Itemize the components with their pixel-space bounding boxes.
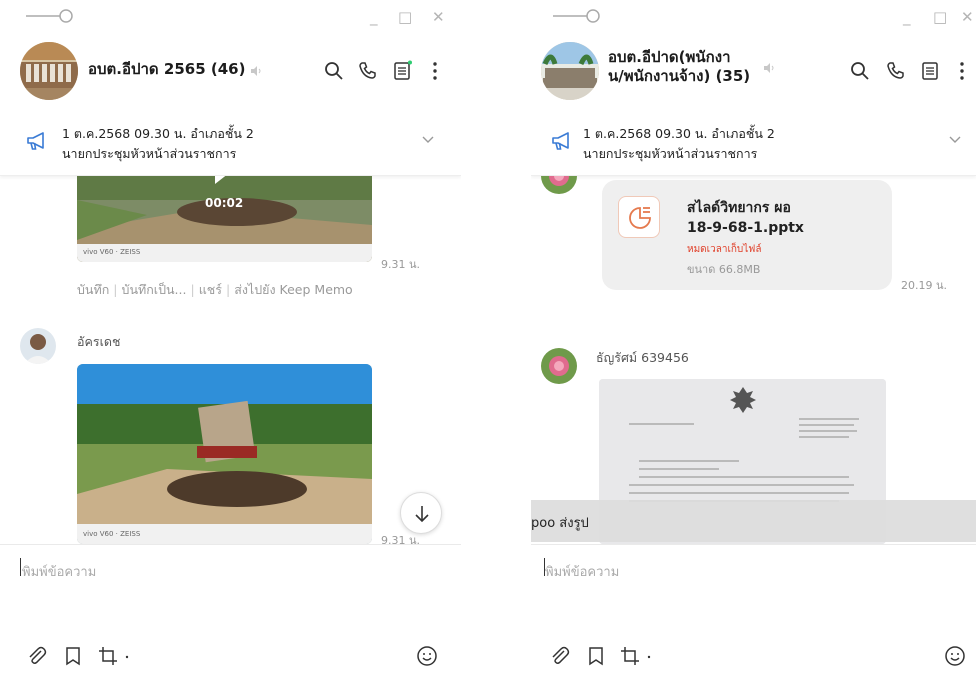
text-caret [20, 558, 21, 576]
presentation-file-icon [618, 196, 660, 238]
announcement-line2: นายกประชุมหัวหน้าส่วนราชการ [583, 146, 758, 161]
announcement-line2: นายกประชุมหัวหน้าส่วนราชการ [62, 146, 237, 161]
more-icon[interactable] [951, 60, 973, 82]
sender-avatar[interactable] [541, 348, 577, 384]
video-duration: 00:02 [205, 196, 244, 210]
share-action[interactable]: แชร์ [199, 282, 222, 297]
toast-text: poo ส่งรูป [531, 516, 589, 531]
notes-icon[interactable] [919, 60, 941, 82]
file-actions: บันทึก | บันทึกเป็น... | แชร์ | ส่งไปยัง Keep … [77, 282, 353, 297]
chat-header: อบต.อีปาด(พนักงา น/พนักงานจ้าง) (35) [531, 38, 976, 108]
title-bar: _ □ ✕ [0, 0, 461, 38]
file-expired-label: หมดเวลาเก็บไฟล์ [687, 244, 762, 255]
mute-icon [764, 63, 774, 73]
phone-icon[interactable] [357, 60, 379, 82]
message-composer[interactable]: พิมพ์ข้อความ [531, 544, 976, 679]
megaphone-icon [552, 132, 569, 150]
chat-window-left: _ □ ✕ อบต.อีปาด 2565 (46) 1 ต.ค.2568 09.… [0, 0, 461, 679]
dropdown-icon[interactable] [122, 645, 132, 667]
chat-title-line1: อบต.อีปาด(พนักงา [608, 48, 731, 66]
title-bar: _ □ ✕ [531, 0, 976, 38]
search-icon[interactable] [323, 60, 345, 82]
announcement-banner[interactable]: 1 ต.ค.2568 09.30 น. อำเภอชั้น 2 นายกประช… [0, 116, 461, 176]
crop-icon[interactable] [97, 645, 119, 667]
message-time: 20.19 น. [901, 279, 948, 292]
sender-name: อัครเดช [77, 334, 121, 349]
announcement-line1: 1 ต.ค.2568 09.30 น. อำเภอชั้น 2 [583, 126, 775, 141]
bookmark-icon[interactable] [62, 645, 84, 667]
play-icon[interactable] [213, 176, 235, 190]
arrow-down-icon [415, 506, 429, 523]
file-message[interactable]: สไลด์วิทยากร ผอ 18-9-68-1.pptx หมดเวลาเก… [602, 180, 892, 290]
save-action[interactable]: บันทึก [77, 282, 109, 297]
video-message[interactable]: vivo V60 · ZEISS [77, 364, 372, 544]
close-button[interactable]: ✕ [432, 8, 445, 26]
megaphone-icon [27, 132, 44, 150]
message-list[interactable]: 00:02 vivo V60 · ZEISS 9.31 น. บันทึก | บั… [0, 176, 461, 544]
paperclip-icon[interactable] [26, 645, 48, 667]
notes-icon[interactable] [391, 60, 413, 82]
pin-icon[interactable] [24, 6, 76, 26]
emoji-icon[interactable] [416, 645, 438, 667]
group-avatar[interactable] [20, 42, 78, 100]
save-as-action[interactable]: บันทึกเป็น... [122, 282, 187, 297]
announcement-banner[interactable]: 1 ต.ค.2568 09.30 น. อำเภอชั้น 2 นายกประช… [531, 116, 976, 176]
maximize-button[interactable]: □ [398, 8, 412, 26]
minimize-button[interactable]: _ [370, 8, 378, 26]
emoji-icon[interactable] [944, 645, 966, 667]
bookmark-icon[interactable] [585, 645, 607, 667]
message-composer[interactable]: พิมพ์ข้อความ [0, 544, 461, 679]
pin-icon[interactable] [551, 6, 603, 26]
paperclip-icon[interactable] [549, 645, 571, 667]
minimize-button[interactable]: _ [903, 8, 911, 26]
chat-header: อบต.อีปาด 2565 (46) [0, 38, 461, 108]
search-icon[interactable] [849, 60, 871, 82]
maximize-button[interactable]: □ [933, 8, 947, 26]
message-input[interactable]: พิมพ์ข้อความ [545, 561, 619, 582]
crop-icon[interactable] [619, 645, 641, 667]
camera-watermark: vivo V60 · ZEISS [83, 530, 141, 538]
message-time: 9.31 น. [381, 258, 421, 271]
mute-icon [251, 66, 261, 76]
file-name-line1: สไลด์วิทยากร ผอ [687, 200, 791, 216]
file-name-line2: 18-9-68-1.pptx [687, 220, 804, 236]
close-button[interactable]: ✕ [961, 8, 974, 26]
chat-title: อบต.อีปาด 2565 (46) [88, 60, 246, 78]
sender-avatar[interactable] [20, 328, 56, 364]
keep-memo-action[interactable]: ส่งไปยัง Keep Memo [234, 282, 353, 297]
chevron-down-icon[interactable] [421, 132, 435, 146]
phone-icon[interactable] [885, 60, 907, 82]
message-input[interactable]: พิมพ์ข้อความ [22, 561, 96, 582]
scroll-to-bottom-button[interactable] [400, 492, 442, 534]
file-size: ขนาด 66.8MB [687, 263, 761, 276]
message-list[interactable]: สไลด์วิทยากร ผอ 18-9-68-1.pptx หมดเวลาเก… [531, 176, 976, 544]
chevron-down-icon[interactable] [948, 132, 962, 146]
video-message[interactable]: 00:02 vivo V60 · ZEISS [77, 176, 372, 262]
sender-name: ธัญรัศม์ 639456 [596, 350, 689, 365]
chat-title-line2: น/พนักงานจ้าง) (35) [608, 67, 751, 85]
group-avatar[interactable] [541, 42, 599, 100]
chat-title: อบต.อีปาด(พนักงา น/พนักงานจ้าง) (35) [608, 48, 750, 86]
dropdown-icon[interactable] [644, 645, 654, 667]
notification-toast[interactable]: poo ส่งรูป [531, 500, 976, 542]
more-icon[interactable] [424, 60, 446, 82]
file-name: สไลด์วิทยากร ผอ 18-9-68-1.pptx [687, 198, 804, 238]
camera-watermark: vivo V60 · ZEISS [83, 248, 141, 256]
announcement-line1: 1 ต.ค.2568 09.30 น. อำเภอชั้น 2 [62, 126, 254, 141]
sender-avatar[interactable] [541, 176, 577, 194]
chat-window-right: _ □ ✕ อบต.อีปาด(พนักงา น/พนักงานจ้าง) (3… [531, 0, 976, 679]
